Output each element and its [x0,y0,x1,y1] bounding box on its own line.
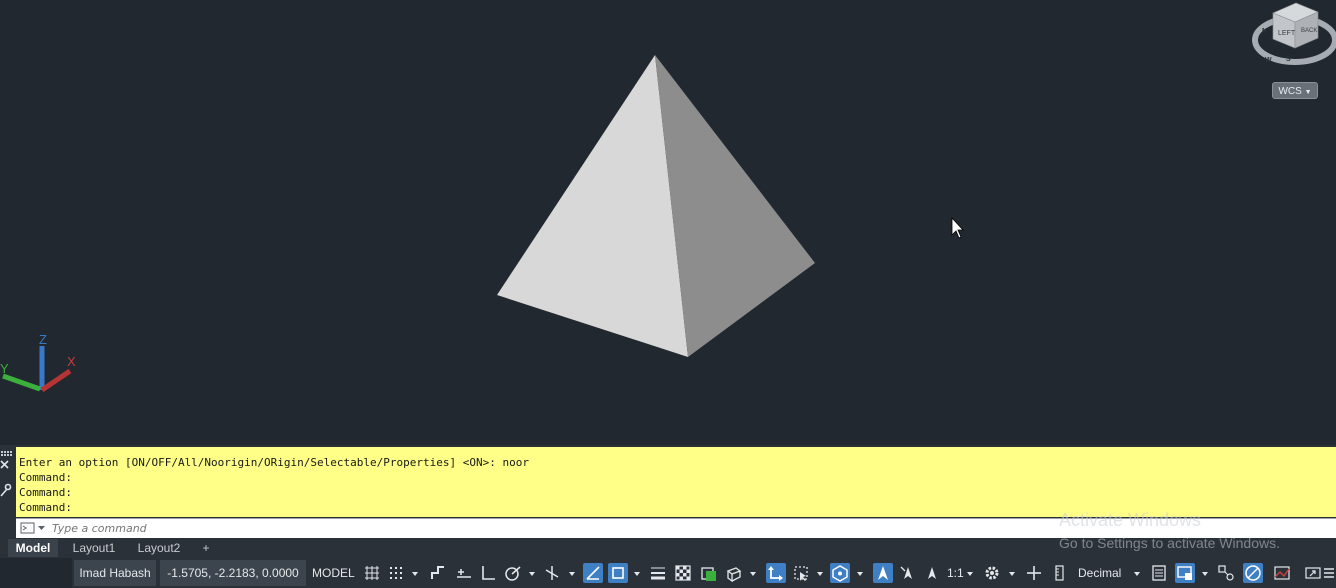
ucs-x-label: X [67,354,76,369]
chevron-down-icon: ▼ [1304,89,1312,96]
plus-icon[interactable] [1024,563,1044,583]
isometric-drafting-icon[interactable] [542,563,562,583]
wrench-icon[interactable] [0,483,12,497]
chevron-down-icon[interactable] [966,563,974,583]
chevron-down-icon[interactable] [411,563,419,583]
model-space-toggle[interactable]: MODEL [312,558,355,588]
polar-tracking-icon[interactable] [503,563,523,583]
command-input[interactable] [52,520,1032,536]
grip-handle-icon[interactable] [1,451,12,456]
quick-properties-icon[interactable] [1149,563,1169,583]
wcs-label: WCS [1278,86,1302,97]
transparency-icon[interactable] [673,563,693,583]
chevron-down-icon[interactable] [528,563,536,583]
grid-icon[interactable] [362,563,382,583]
selection-cycling-icon[interactable] [699,563,719,583]
lineweight-icon[interactable] [648,563,668,583]
command-prompt-icon[interactable] [20,522,46,534]
pyramid-front-face [497,55,688,357]
chevron-down-icon[interactable] [633,563,641,583]
tab-model[interactable]: Model [8,539,58,557]
annotation-scale-value[interactable]: 1:1 [947,558,964,588]
viewport-canvas: Z X Y LEFT BACK N S W [0,2,1336,393]
chevron-down-icon[interactable] [856,563,864,583]
object-snap-icon[interactable] [608,563,628,583]
command-history: Enter an option [ON/OFF/All/Noorigin/ORi… [16,447,1336,517]
pyramid-solid[interactable] [497,55,815,357]
isolate-objects-icon[interactable] [1216,563,1236,583]
activate-windows-title: Activate Windows [1059,510,1202,530]
viewcube-back-label: BACK [1301,28,1317,34]
dynamic-ucs-icon[interactable] [766,563,786,583]
close-icon[interactable] [0,460,9,469]
compass-s-label: S [1286,56,1291,63]
activate-windows-subtitle: Go to Settings to activate Windows. [1059,535,1280,551]
chevron-down-icon[interactable] [1201,563,1209,583]
tab-layout2[interactable]: Layout2 [130,539,188,557]
annotation-scale-icon[interactable] [922,563,942,583]
viewcube[interactable]: LEFT BACK N S W [1252,2,1336,65]
compass-w-label: W [1265,57,1272,64]
annotation-visibility-icon[interactable] [873,563,893,583]
add-layout-button[interactable]: + [196,539,216,557]
chevron-down-icon[interactable] [816,563,824,583]
chevron-down-icon[interactable] [568,563,576,583]
gizmo-icon[interactable] [830,563,850,583]
command-history-line: Command: [19,471,72,484]
selection-filter-icon[interactable] [791,563,811,583]
full-screen-icon[interactable] [1303,563,1323,583]
ortho-mode-icon[interactable] [478,563,498,583]
command-line-grip[interactable] [0,447,16,539]
user-name: Imad Habash [74,560,156,586]
gear-icon[interactable] [982,563,1002,583]
3d-object-snap-icon[interactable] [724,563,744,583]
drawing-viewport[interactable]: Z X Y LEFT BACK N S W WCS ▼ [0,0,1336,445]
coordinates-readout[interactable]: -1.5705, -2.2183, 0.0000 [160,560,306,586]
dynamic-input-icon[interactable] [454,563,474,583]
command-history-line: Command: [19,486,72,499]
command-history-line: Enter an option [ON/OFF/All/Noorigin/ORi… [19,456,529,469]
status-bar: Imad Habash -1.5705, -2.2183, 0.0000 MOD… [0,558,1336,588]
viewcube-left-label: LEFT [1278,30,1296,37]
ucs-icon: Z X Y [0,332,76,393]
tab-layout1[interactable]: Layout1 [64,539,124,557]
chevron-down-icon[interactable] [1133,563,1141,583]
hardware-acceleration-icon[interactable] [1243,563,1263,583]
compass-n-label: N [1262,28,1267,35]
snap-mode-icon[interactable] [386,563,406,583]
clean-screen-image-icon[interactable] [1272,563,1292,583]
lock-ui-icon[interactable] [1175,563,1195,583]
wcs-menu-button[interactable]: WCS ▼ [1272,82,1318,99]
status-bar-left-gap [0,558,72,588]
ucs-z-label: Z [39,332,47,347]
mouse-cursor-icon [951,216,964,239]
ucs-y-label: Y [0,361,9,376]
command-line-grip-icons [0,451,12,497]
auto-scale-icon[interactable] [898,563,918,583]
customization-menu-icon[interactable] [1322,563,1336,583]
infer-constraints-icon[interactable] [428,563,448,583]
chevron-down-icon[interactable] [1008,563,1016,583]
chevron-down-icon[interactable] [749,563,757,583]
units-value[interactable]: Decimal [1078,558,1121,588]
ruler-icon[interactable] [1050,563,1070,583]
object-snap-tracking-icon[interactable] [583,563,603,583]
